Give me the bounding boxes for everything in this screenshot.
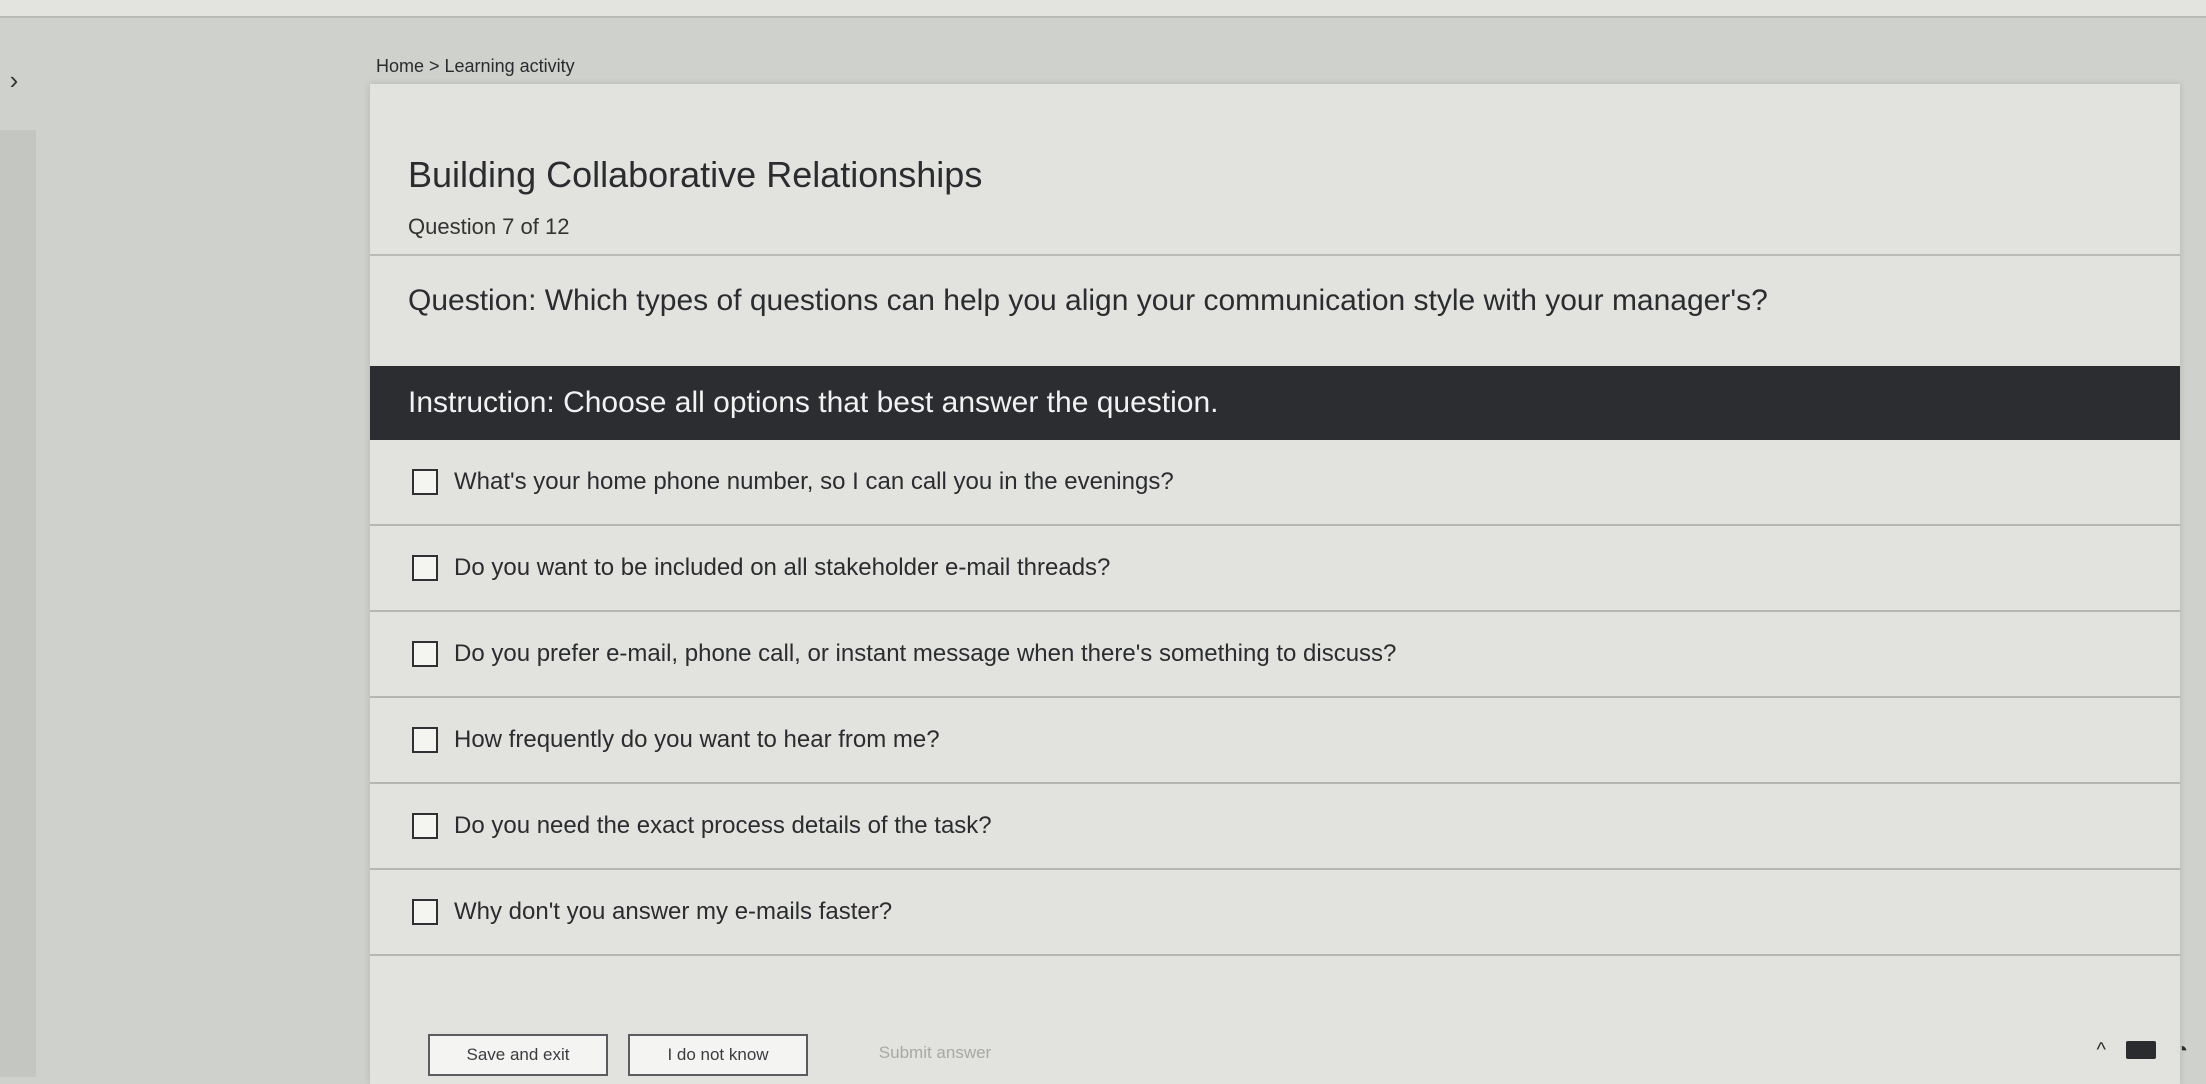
option-5[interactable]: Do you need the exact process details of… [370, 784, 2180, 870]
option-1-label: What's your home phone number, so I can … [454, 468, 1174, 495]
option-2[interactable]: Do you want to be included on all stakeh… [370, 526, 2180, 612]
answer-options: What's your home phone number, so I can … [370, 440, 2180, 956]
chevron-right-icon[interactable]: › [0, 60, 28, 100]
activity-title: Building Collaborative Relationships [408, 154, 983, 195]
option-3[interactable]: Do you prefer e-mail, phone call, or ins… [370, 612, 2180, 698]
system-tray: ^ ◔ [2068, 1030, 2188, 1070]
submit-answer-button[interactable]: Submit answer [850, 1034, 1020, 1072]
option-6[interactable]: Why don't you answer my e-mails faster? [370, 870, 2180, 956]
save-and-exit-button[interactable]: Save and exit [428, 1034, 608, 1076]
breadcrumb: Home > Learning activity [376, 56, 575, 76]
question-text: Question: Which types of questions can h… [408, 284, 1768, 317]
option-4-checkbox[interactable] [412, 727, 438, 753]
option-1[interactable]: What's your home phone number, so I can … [370, 440, 2180, 526]
option-4[interactable]: How frequently do you want to hear from … [370, 698, 2180, 784]
top-bar [0, 0, 2206, 18]
option-3-checkbox[interactable] [412, 641, 438, 667]
option-2-checkbox[interactable] [412, 555, 438, 581]
battery-icon[interactable] [2125, 1041, 2156, 1059]
option-4-label: How frequently do you want to hear from … [454, 726, 940, 753]
wifi-icon[interactable]: ◔ [2176, 1039, 2188, 1062]
i-do-not-know-button[interactable]: I do not know [628, 1034, 808, 1076]
option-6-checkbox[interactable] [412, 899, 438, 925]
option-6-label: Why don't you answer my e-mails faster? [454, 898, 893, 925]
question-progress: Question 7 of 12 [408, 214, 570, 239]
activity-header: Building Collaborative Relationships Que… [370, 84, 2180, 256]
left-panel-edge [0, 130, 36, 1077]
option-2-label: Do you want to be included on all stakeh… [454, 554, 1111, 581]
instruction-text: Instruction: Choose all options that bes… [408, 386, 1219, 419]
learning-activity-card: Building Collaborative Relationships Que… [370, 84, 2180, 1084]
chevron-up-icon[interactable]: ^ [2097, 1039, 2106, 1062]
instruction-bar: Instruction: Choose all options that bes… [370, 366, 2180, 440]
option-1-checkbox[interactable] [412, 469, 438, 495]
option-3-label: Do you prefer e-mail, phone call, or ins… [454, 640, 1397, 667]
option-5-label: Do you need the exact process details of… [454, 812, 992, 839]
option-5-checkbox[interactable] [412, 813, 438, 839]
